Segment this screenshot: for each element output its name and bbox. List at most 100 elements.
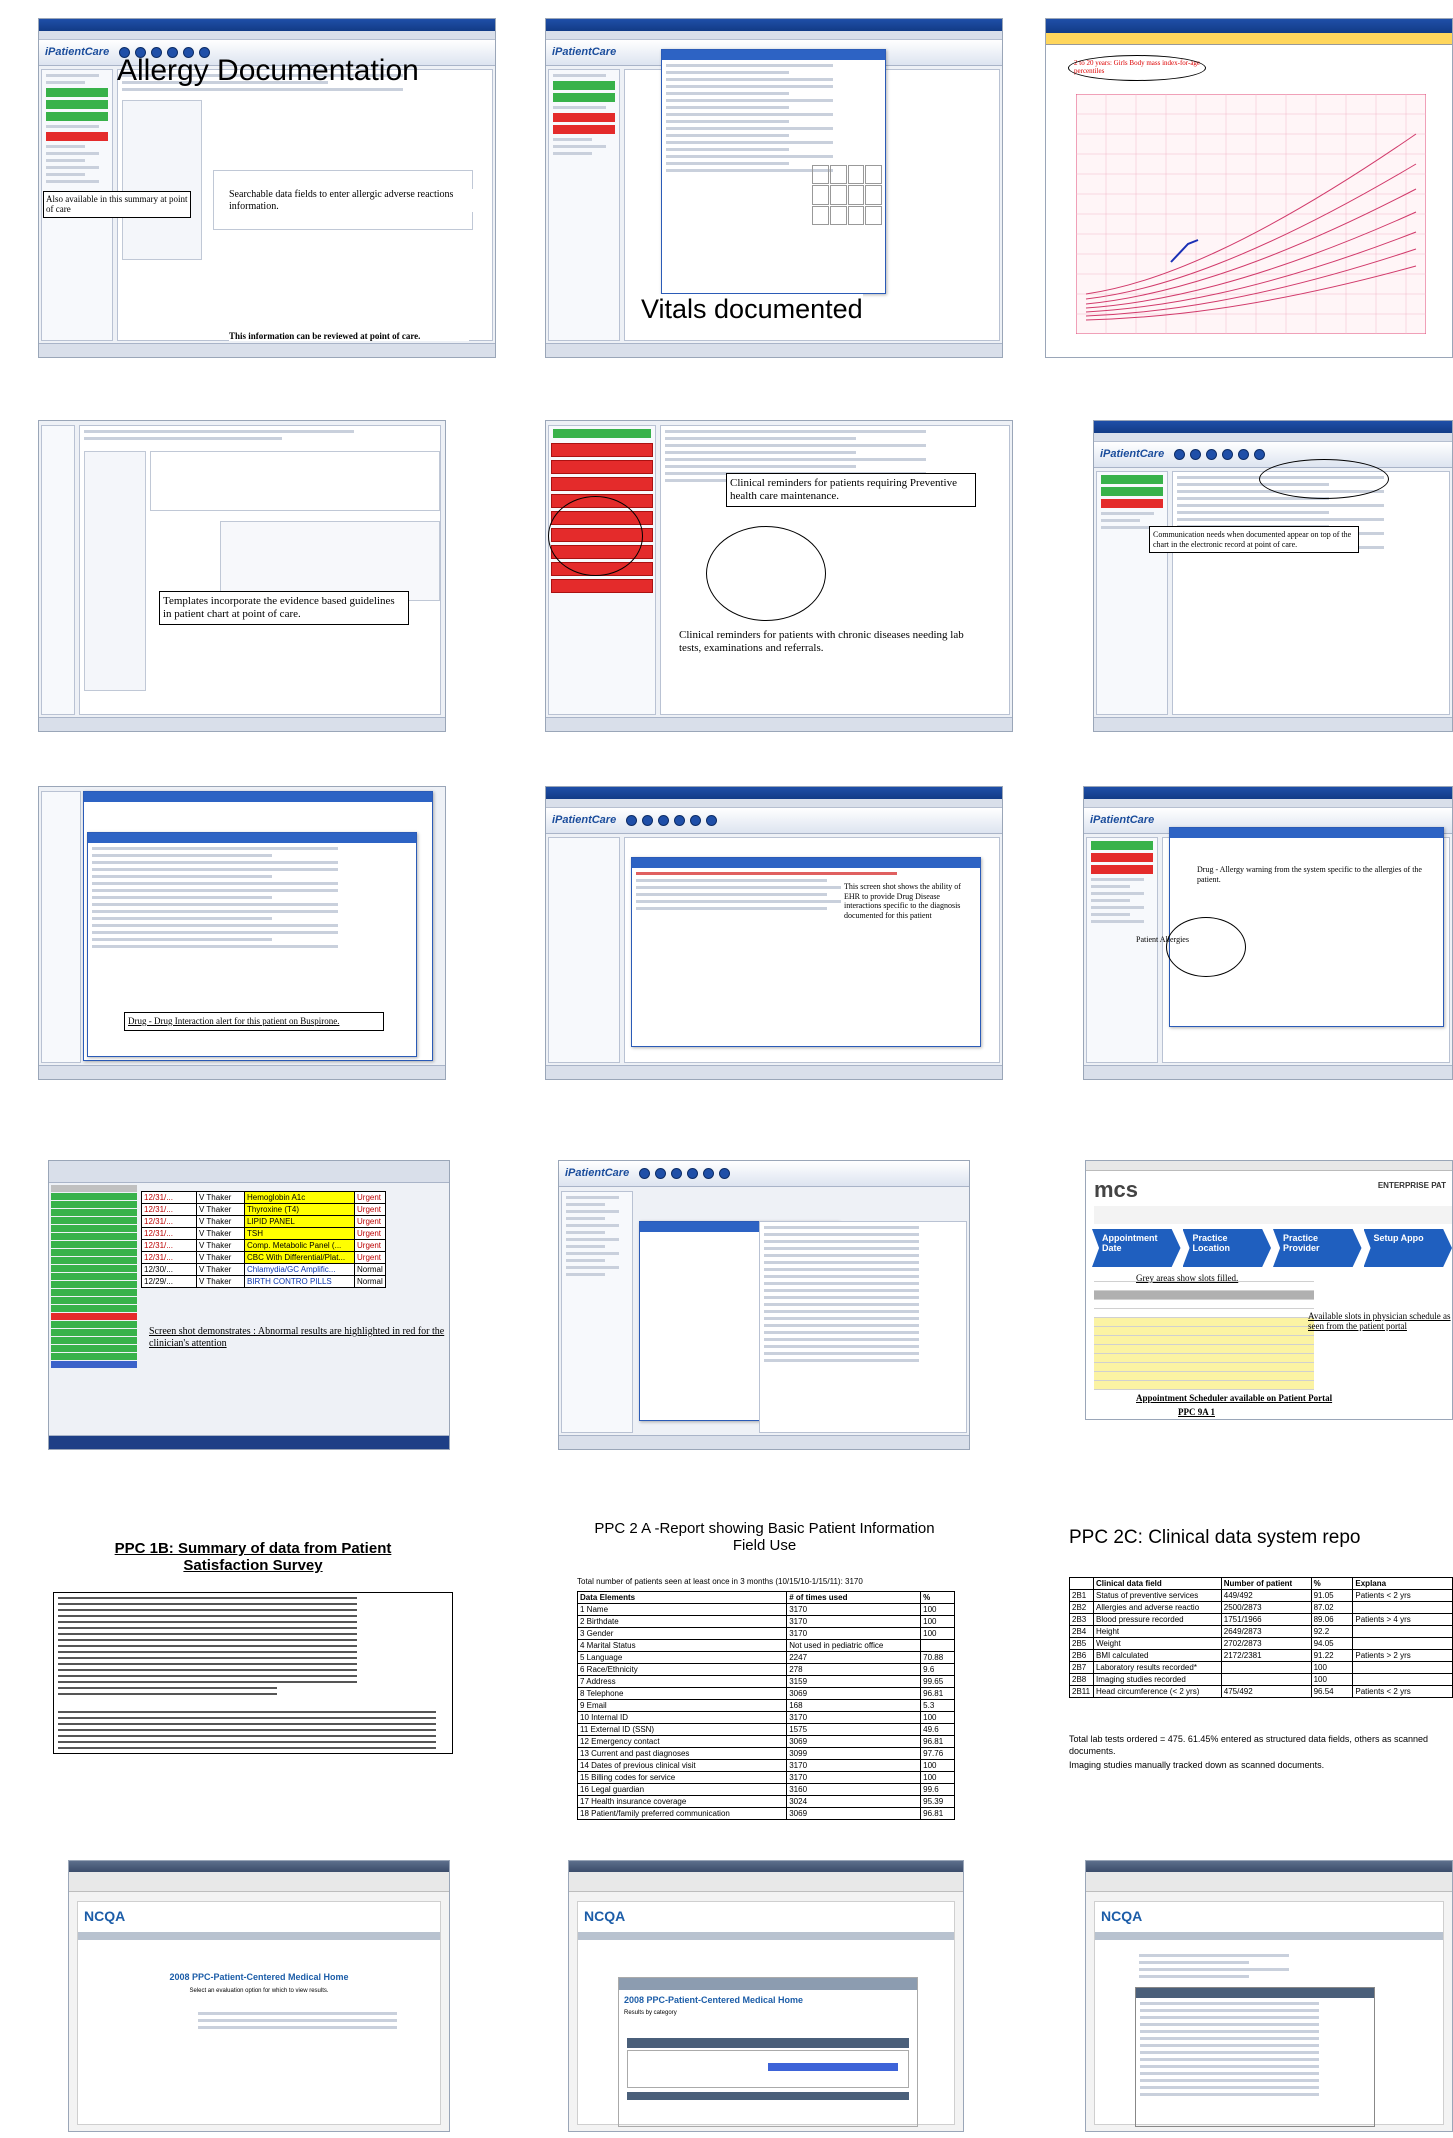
table-row: 2B7 Laboratory results recorded* 100: [1069, 1661, 1453, 1674]
appointment-steps: Appointment Date Practice Location Pract…: [1092, 1229, 1452, 1267]
survey-heading: 2008 PPC-Patient-Centered Medical Home: [169, 1972, 349, 1982]
schedule-grid: [1094, 1273, 1314, 1390]
table-row: 2B3 Blood pressure recorded 1751/1966 89.06…: [1069, 1613, 1453, 1626]
status-bar: [546, 1065, 1002, 1079]
col-explanation: Explana: [1352, 1577, 1453, 1590]
menu-bar: [1094, 433, 1452, 442]
status-bar: [1094, 717, 1452, 731]
patient-allergies-oval: [1166, 917, 1246, 977]
ppc2c-title: PPC 2C: Clinical data system repo: [1069, 1527, 1361, 1548]
table-row: 2B4 Height 2649/2873 92.2: [1069, 1625, 1453, 1638]
ppc2a-panel: PPC 2 A -Report showing Basic Patient In…: [572, 1505, 960, 1825]
menu-bar: [39, 31, 495, 40]
left-panel: [548, 837, 620, 1063]
drug-drug-note: Drug - Drug Interaction alert for this p…: [124, 1012, 384, 1031]
menu-bar: [546, 799, 1002, 808]
ppc2a-title: PPC 2 A -Report showing Basic Patient In…: [594, 1520, 935, 1555]
ppc1b-panel: PPC 1B: Summary of data from Patient Sat…: [48, 1520, 458, 1820]
survey-table: [53, 1592, 453, 1754]
table-row: 2B5 Weight 2702/2873 94.05: [1069, 1637, 1453, 1650]
browser-titlebar: [569, 1861, 963, 1872]
table-row[interactable]: 12/30/... V Thaker Chlamydia/GC Amplific..…: [141, 1263, 386, 1276]
growth-chart-oval: [1068, 55, 1206, 81]
table-row[interactable]: 12/31/... V Thaker TSH Urgent: [141, 1227, 386, 1240]
growth-chart-screenshot: 2 to 20 years: Girls Body mass index-for…: [1045, 18, 1453, 358]
table-row: 4 Marital Status Not used in pediatric of…: [576, 1639, 955, 1652]
status-bar: [1084, 1065, 1452, 1079]
ppc1b-title: PPC 1B: Summary of data from Patient Sat…: [114, 1540, 392, 1575]
status-bar: [546, 717, 1012, 731]
ppc2c-panel: PPC 2C: Clinical data system repo Clinic…: [1065, 1505, 1453, 1825]
enterprise-label: ENTERPRISE PAT: [1377, 1181, 1446, 1190]
drug-allergy-note: Drug - Allergy warning from the system s…: [1194, 862, 1434, 888]
grey-areas-note: Grey areas show slots filled.: [1136, 1273, 1239, 1283]
allergy-screenshot: iPatientCare Allergy Documentation Searc…: [38, 18, 496, 358]
allergy-summary-note: Also available in this summary at point …: [43, 191, 191, 218]
table-row: 2B2 Allergies and adverse reactio 2500/287…: [1069, 1601, 1453, 1614]
menu-bar: [546, 31, 1002, 40]
vitals-documented-title: Vitals documented: [641, 294, 863, 325]
table-row: 2B6 BMI calculated 2172/2381 91.22 Patients …: [1069, 1649, 1453, 1662]
step-setup-appointment[interactable]: Setup Appo: [1363, 1229, 1452, 1267]
table-row[interactable]: 12/31/... V Thaker LIPID PANEL Urgent: [141, 1215, 386, 1228]
step-practice-location[interactable]: Practice Location: [1182, 1229, 1271, 1267]
browser-navbar: [569, 1872, 963, 1892]
table-row: 15 Billing codes for service 3170 100: [576, 1771, 955, 1784]
table-row[interactable]: 12/29/... V Thaker BIRTH CONTRO PILLS Norma…: [141, 1275, 386, 1288]
ncqa-logo: NCQA: [1101, 1908, 1143, 1924]
ppc2c-footnote-1: Total lab tests ordered = 475. 61.45% en…: [1069, 1734, 1428, 1756]
table-row[interactable]: 12/31/... V Thaker Comp. Metabolic Panel (…: [141, 1239, 386, 1252]
table-row: 8 Telephone 3069 96.81: [576, 1687, 955, 1700]
vitals-dialog: [661, 49, 886, 294]
table-row: 18 Patient/family preferred communicatio…: [576, 1807, 955, 1820]
table-row: 13 Current and past diagnoses 3099 97.76: [576, 1747, 955, 1760]
taskbar: [49, 1435, 449, 1449]
status-bar: [39, 1065, 445, 1079]
element-table: [1135, 1987, 1375, 2127]
ipatientcare-logo: iPatientCare: [565, 1167, 630, 1179]
ppc-9a1-label: PPC 9A 1: [1178, 1407, 1215, 1417]
abnormal-results-list: [51, 1185, 137, 1369]
ipatientcare-logo: iPatientCare: [552, 814, 617, 826]
available-slots-note: Available slots in physician schedule as…: [1308, 1311, 1451, 1332]
col-number-patients: Number of patient: [1220, 1577, 1312, 1590]
table-row: 5 Language 2247 70.88: [576, 1651, 955, 1664]
drug-disease-screenshot: iPatientCare This screen shot shows the …: [545, 786, 1003, 1080]
col-clinical-field: Clinical data field: [1092, 1577, 1222, 1590]
ncqa-results-screenshot: NCQA 2008 PPC-Patient-Centered Medical H…: [568, 1860, 964, 2132]
table-row: 3 Gender 3170 100: [576, 1627, 955, 1640]
allergy-review-note: This information can be reviewed at poin…: [229, 331, 469, 342]
table-row: 11 External ID (SSN) 1575 49.6: [576, 1723, 955, 1736]
table-row: 16 Legal guardian 3160 99.6: [576, 1783, 955, 1796]
status-bar: [546, 343, 1002, 357]
window-titlebar: [39, 19, 495, 31]
preventive-reminder-note: Clinical reminders for patients requirin…: [726, 473, 976, 508]
drug-allergy-screenshot: iPatientCare Drug - Allergy warning from…: [1083, 786, 1453, 1080]
status-bar: [39, 717, 445, 731]
step-practice-provider[interactable]: Practice Provider: [1273, 1229, 1362, 1267]
left-panel: [41, 425, 75, 715]
table-row[interactable]: 12/31/... V Thaker CBC With Differential/P…: [141, 1251, 386, 1264]
table-row[interactable]: 12/31/... V Thaker Thyroxine (T4) Urgent: [141, 1203, 386, 1216]
ppc2a-header-note: Total number of patients seen at least o…: [577, 1577, 863, 1586]
table-row: 2 Birthdate 3170 100: [576, 1615, 955, 1628]
col-percent: %: [1310, 1577, 1354, 1590]
table-row: 6 Race/Ethnicity 278 9.6: [576, 1663, 955, 1676]
step-appointment-date[interactable]: Appointment Date: [1092, 1229, 1181, 1267]
ppc2c-footnote-2: Imaging studies manually tracked down as…: [1069, 1760, 1325, 1770]
toolbar: iPatientCare: [1094, 442, 1452, 468]
toolbar-buttons: [626, 815, 717, 826]
communication-screenshot: iPatientCare Communication needs when do…: [1093, 420, 1453, 732]
table-row[interactable]: 12/31/... V Thaker Hemoglobin A1c Urgent: [141, 1191, 386, 1204]
abnormal-results-screenshot: 12/31/... V Thaker Hemoglobin A1c Urgent 12…: [48, 1160, 450, 1450]
basic-info-table: Data Elements # of times used % 1 Name 31…: [576, 1591, 955, 1820]
window-titlebar: [546, 19, 1002, 31]
templates-screenshot: Templates incorporate the evidence based…: [38, 420, 446, 732]
window-titlebar: [1084, 787, 1452, 799]
ncqa-survey-screenshot: NCQA 2008 PPC-Patient-Centered Medical H…: [68, 1860, 450, 2132]
table-row: 12 Emergency contact 3069 96.81: [576, 1735, 955, 1748]
ipatientcare-logo: iPatientCare: [552, 46, 617, 58]
browser-content: NCQA 2008 PPC-Patient-Centered Medical H…: [77, 1901, 441, 2125]
browser-content: NCQA 2008 PPC-Patient-Centered Medical H…: [577, 1901, 955, 2127]
table-row: 9 Email 168 5.3: [576, 1699, 955, 1712]
